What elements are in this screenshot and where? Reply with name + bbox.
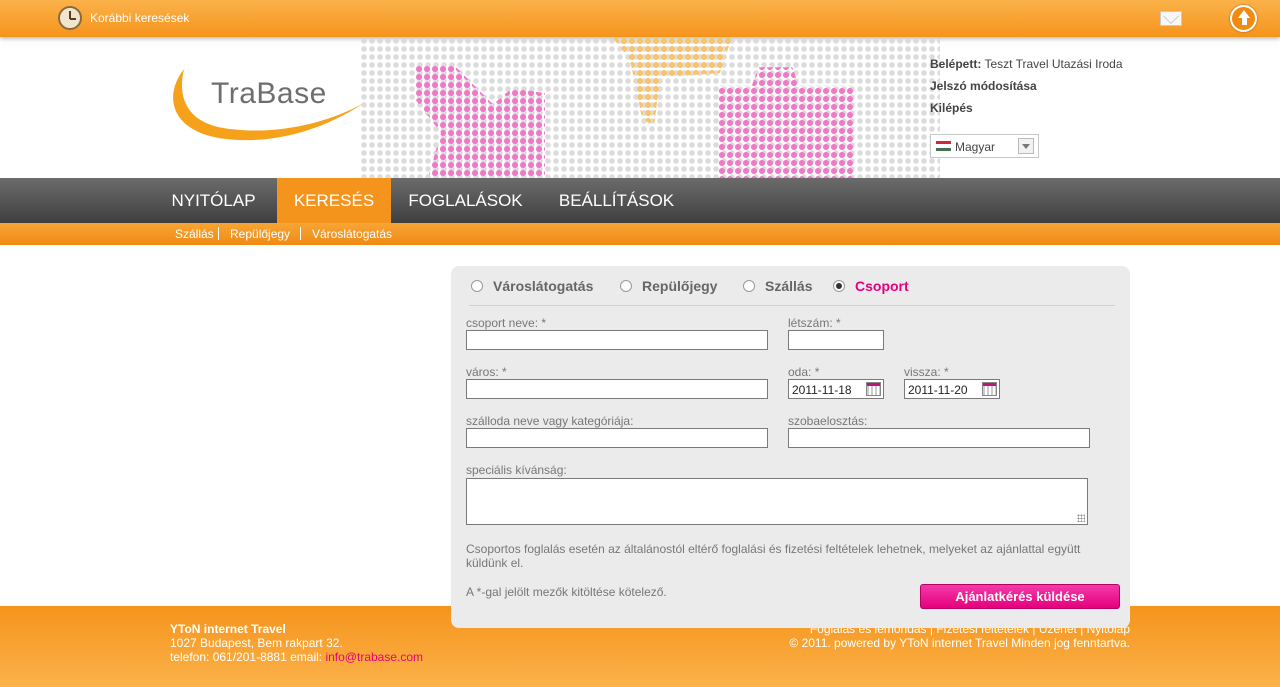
radio-label: Csoport	[855, 278, 909, 294]
previous-searches-label: Korábbi keresések	[90, 11, 190, 25]
group-name-input[interactable]	[466, 330, 768, 350]
main-nav: NYITÓLAP KERESÉS FOGLALÁSOK BEÁLLÍTÁSOK	[0, 178, 1280, 223]
nav-item-bookings[interactable]: FOGLALÁSOK	[400, 178, 531, 223]
city-label: város: *	[466, 365, 507, 379]
group-request-form: Városlátogatás Repülőjegy Szállás Csopor…	[451, 266, 1130, 628]
radio-flight[interactable]: Repülőjegy	[620, 278, 717, 294]
subnav-item-citybreak[interactable]: Városlátogatás	[312, 227, 392, 241]
calendar-icon[interactable]	[982, 382, 997, 396]
radio-group[interactable]: Csoport	[833, 278, 909, 294]
logo-text[interactable]: TraBase	[211, 77, 327, 111]
footer-copyright: © 2011. powered by YToN internet Travel …	[789, 636, 1130, 650]
return-date-value: 2011-11-20	[908, 383, 968, 397]
calendar-icon[interactable]	[866, 382, 881, 396]
group-info-text: Csoportos foglalás esetén az általánostó…	[466, 542, 1081, 570]
nav-item-search[interactable]: KERESÉS	[277, 178, 391, 223]
radio-circle[interactable]	[620, 280, 632, 292]
logged-in-label: Belépett:	[930, 57, 982, 71]
depart-date-input[interactable]: 2011-11-18	[788, 379, 884, 399]
headcount-label: létszám: *	[788, 316, 841, 330]
group-name-label: csoport neve: *	[466, 316, 547, 330]
divider	[218, 227, 219, 240]
footer-phone: telefon: 061/201-8881 email:	[170, 650, 326, 664]
send-quote-request-button[interactable]: Ajánlatkérés küldése	[920, 584, 1120, 609]
radio-label: Szállás	[765, 278, 813, 294]
user-box: Belépett: Teszt Travel Utazási Iroda Jel…	[930, 54, 1123, 120]
footer-contact: YToN internet Travel 1027 Budapest, Bem …	[170, 622, 423, 664]
mail-icon[interactable]	[1160, 11, 1182, 26]
footer-company: YToN internet Travel	[170, 622, 286, 636]
language-select[interactable]: Magyar	[930, 134, 1039, 158]
clock-icon	[58, 6, 82, 30]
depart-date-value: 2011-11-18	[792, 383, 852, 397]
depart-date-label: oda: *	[788, 365, 820, 379]
logged-in-name: Teszt Travel Utazási Iroda	[984, 57, 1123, 71]
nav-item-home[interactable]: NYITÓLAP	[160, 178, 267, 223]
resize-grip-icon[interactable]	[1077, 514, 1085, 522]
scroll-up-icon[interactable]	[1230, 5, 1257, 32]
special-request-textarea[interactable]	[466, 478, 1088, 525]
headcount-input[interactable]	[788, 330, 884, 350]
footer-email-link[interactable]: info@trabase.com	[325, 650, 423, 664]
return-date-input[interactable]: 2011-11-20	[904, 379, 1000, 399]
room-allocation-label: szobaelosztás:	[788, 414, 868, 428]
radio-circle[interactable]	[471, 280, 483, 292]
footer-address: 1027 Budapest, Bem rakpart 32.	[170, 636, 343, 650]
return-date-label: vissza: *	[904, 365, 949, 379]
sub-nav: Szállás Repülőjegy Városlátogatás	[0, 223, 1280, 245]
radio-circle[interactable]	[833, 280, 845, 292]
nav-item-settings[interactable]: BEÁLLÍTÁSOK	[548, 178, 685, 223]
required-fields-note: A *-gal jelölt mezők kitöltése kötelező.	[466, 585, 667, 599]
subnav-item-accommodation[interactable]: Szállás	[175, 227, 214, 241]
chevron-down-icon[interactable]	[1018, 138, 1034, 154]
subnav-item-flight[interactable]: Repülőjegy	[230, 227, 290, 241]
radio-label: Városlátogatás	[493, 278, 594, 294]
radio-circle[interactable]	[743, 280, 755, 292]
logout-link[interactable]: Kilépés	[930, 101, 973, 115]
change-password-link[interactable]: Jelszó módosítása	[930, 79, 1037, 93]
special-request-label: speciális kívánság:	[466, 463, 567, 477]
top-bar: Korábbi keresések	[0, 0, 1280, 37]
hotel-label: szálloda neve vagy kategóriája:	[466, 414, 634, 428]
radio-label: Repülőjegy	[642, 278, 718, 294]
room-allocation-input[interactable]	[788, 428, 1090, 448]
hotel-input[interactable]	[466, 428, 768, 448]
search-type-radios: Városlátogatás Repülőjegy Szállás Csopor…	[469, 278, 1115, 306]
language-value: Magyar	[955, 140, 996, 154]
radio-citybreak[interactable]: Városlátogatás	[471, 278, 593, 294]
previous-searches-link[interactable]: Korábbi keresések	[58, 6, 189, 30]
radio-accommodation[interactable]: Szállás	[743, 278, 812, 294]
logged-in-row: Belépett: Teszt Travel Utazási Iroda	[930, 54, 1123, 76]
city-input[interactable]	[466, 379, 768, 399]
divider	[300, 227, 301, 240]
hungarian-flag-icon	[936, 141, 951, 151]
